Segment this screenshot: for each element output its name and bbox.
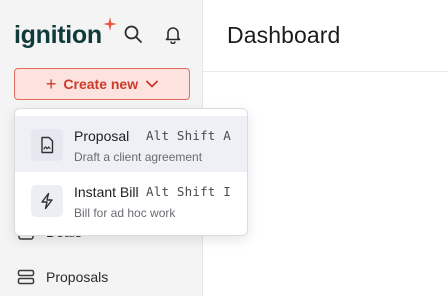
bell-icon	[163, 24, 183, 49]
brand-logo[interactable]: ignition	[14, 17, 117, 49]
page-title: Dashboard	[227, 22, 341, 48]
menu-item-subtitle: Draft a client agreement	[74, 150, 203, 164]
keyboard-shortcut: Alt Shift A	[146, 128, 231, 143]
main-header: Dashboard	[203, 0, 448, 72]
notifications-button[interactable]	[161, 24, 185, 48]
create-new-button[interactable]: + Create new	[14, 68, 190, 100]
lightning-icon	[31, 185, 63, 217]
menu-item-proposal[interactable]: Proposal Alt Shift A Draft a client agre…	[15, 116, 247, 172]
search-button[interactable]	[121, 24, 145, 48]
search-icon	[123, 24, 143, 49]
brand-star-icon	[102, 17, 117, 36]
create-new-label: Create new	[63, 76, 139, 92]
menu-item-title: Instant Bill	[74, 184, 139, 200]
proposals-icon	[16, 267, 36, 287]
chevron-down-icon	[146, 80, 159, 88]
brand-name: ignition	[14, 21, 102, 49]
create-new-menu: Proposal Alt Shift A Draft a client agre…	[14, 108, 248, 236]
menu-item-subtitle: Bill for ad hoc work	[74, 206, 176, 220]
menu-item-instant-bill[interactable]: Instant Bill Alt Shift I Bill for ad hoc…	[15, 172, 247, 228]
sidebar-item-proposals[interactable]: Proposals	[16, 267, 108, 287]
sidebar-item-label: Proposals	[46, 269, 109, 285]
menu-item-title: Proposal	[74, 128, 130, 144]
document-signature-icon	[31, 129, 63, 161]
plus-icon: +	[45, 74, 57, 94]
keyboard-shortcut: Alt Shift I	[146, 184, 231, 199]
